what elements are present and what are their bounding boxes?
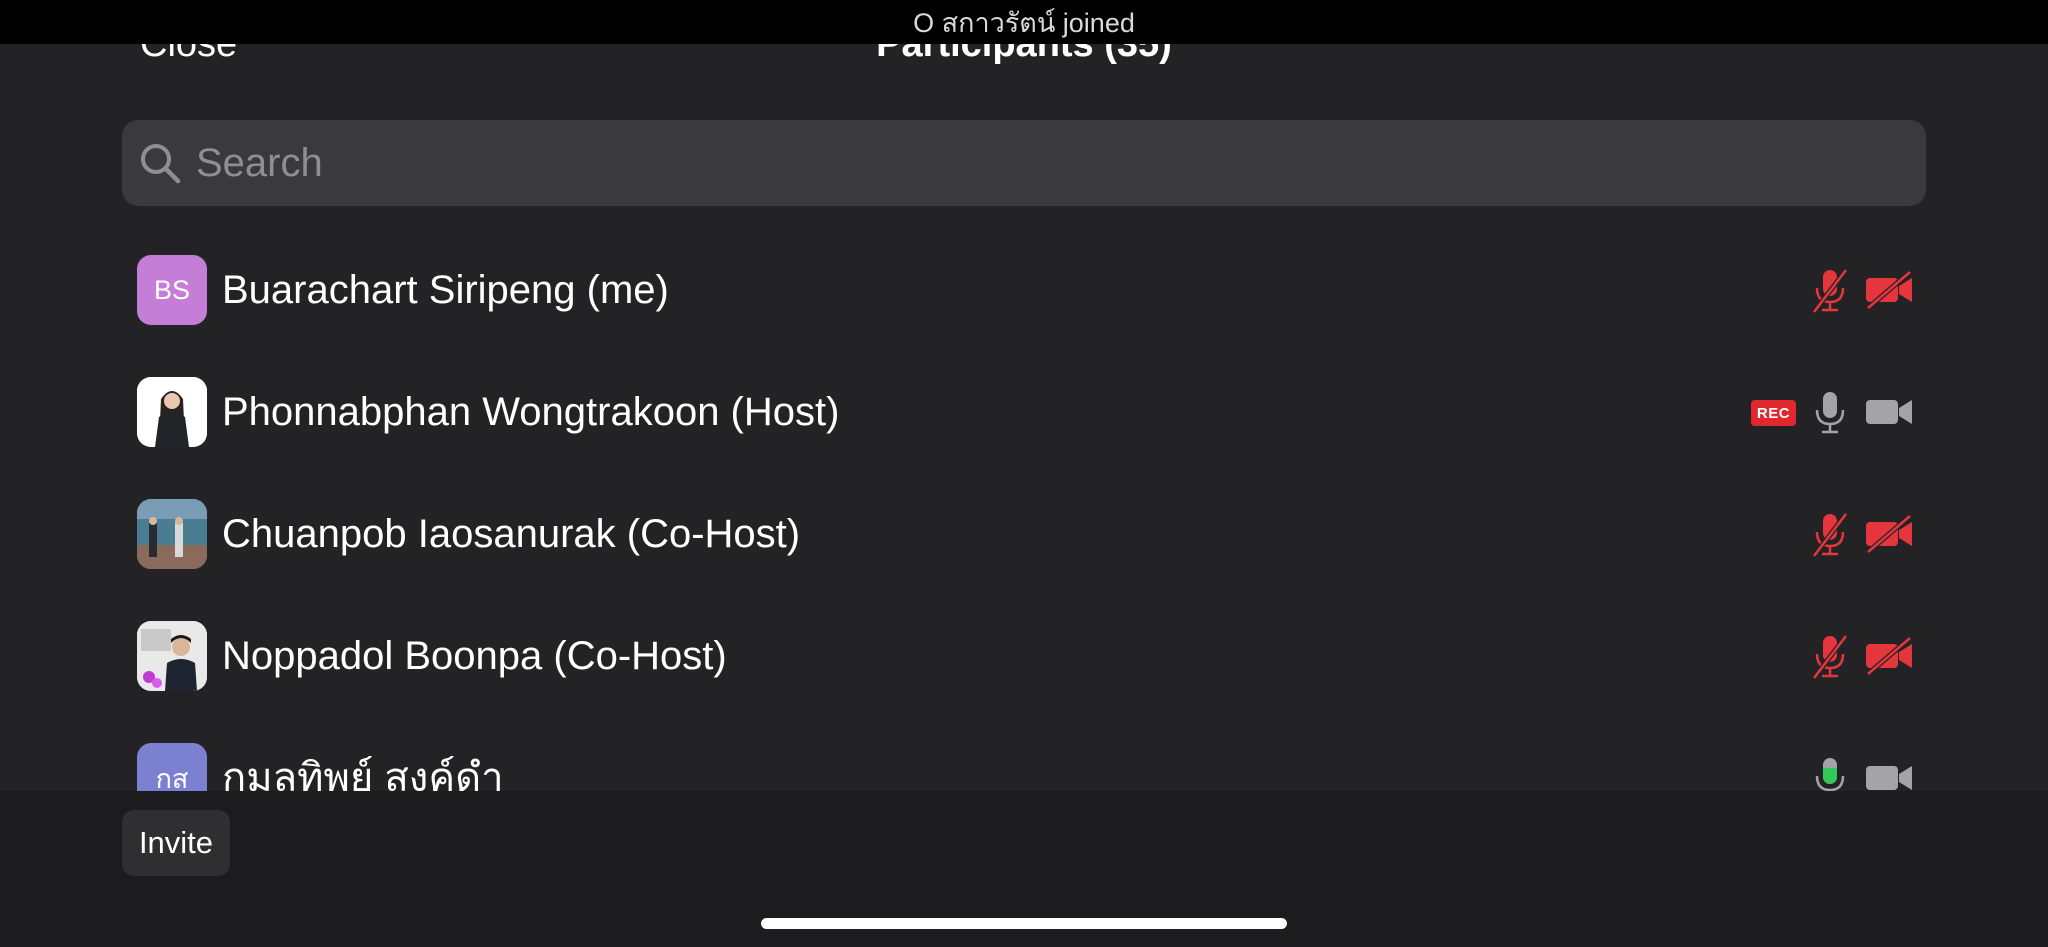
mic-muted-icon[interactable] xyxy=(1812,268,1848,314)
participant-row[interactable]: BS Buarachart Siripeng (me) xyxy=(0,240,2048,340)
mic-icon[interactable] xyxy=(1812,390,1848,436)
search-icon xyxy=(141,144,181,184)
recording-badge: REC xyxy=(1751,400,1796,426)
avatar xyxy=(137,499,207,569)
participant-row[interactable]: Noppadol Boonpa (Co-Host) xyxy=(0,606,2048,706)
invite-button[interactable]: Invite xyxy=(122,810,230,876)
mic-muted-icon[interactable] xyxy=(1812,512,1848,558)
participant-row[interactable]: Chuanpob Iaosanurak (Co-Host) xyxy=(0,484,2048,584)
video-off-icon[interactable] xyxy=(1864,270,1914,310)
bottom-toolbar: Invite xyxy=(0,791,2048,947)
avatar xyxy=(137,621,207,691)
join-notification-banner: O สกาวรัตน์ joined xyxy=(0,0,2048,44)
join-notification-text: O สกาวรัตน์ joined xyxy=(913,7,1135,38)
avatar-initials: BS xyxy=(153,274,191,305)
participant-name: Buarachart Siripeng (me) xyxy=(222,268,669,312)
video-icon[interactable] xyxy=(1864,392,1914,432)
mic-muted-icon[interactable] xyxy=(1812,634,1848,680)
participant-name: Phonnabphan Wongtrakoon (Host) xyxy=(222,390,840,434)
video-off-icon[interactable] xyxy=(1864,514,1914,554)
avatar xyxy=(137,377,207,447)
search-input[interactable] xyxy=(194,139,1926,187)
search-bar[interactable] xyxy=(122,120,1926,206)
participant-name: Chuanpob Iaosanurak (Co-Host) xyxy=(222,512,801,556)
avatar: BS xyxy=(137,255,207,325)
participant-name: Noppadol Boonpa (Co-Host) xyxy=(222,634,727,678)
participant-row[interactable]: Phonnabphan Wongtrakoon (Host) REC xyxy=(0,362,2048,462)
home-indicator xyxy=(761,918,1287,929)
video-off-icon[interactable] xyxy=(1864,636,1914,676)
